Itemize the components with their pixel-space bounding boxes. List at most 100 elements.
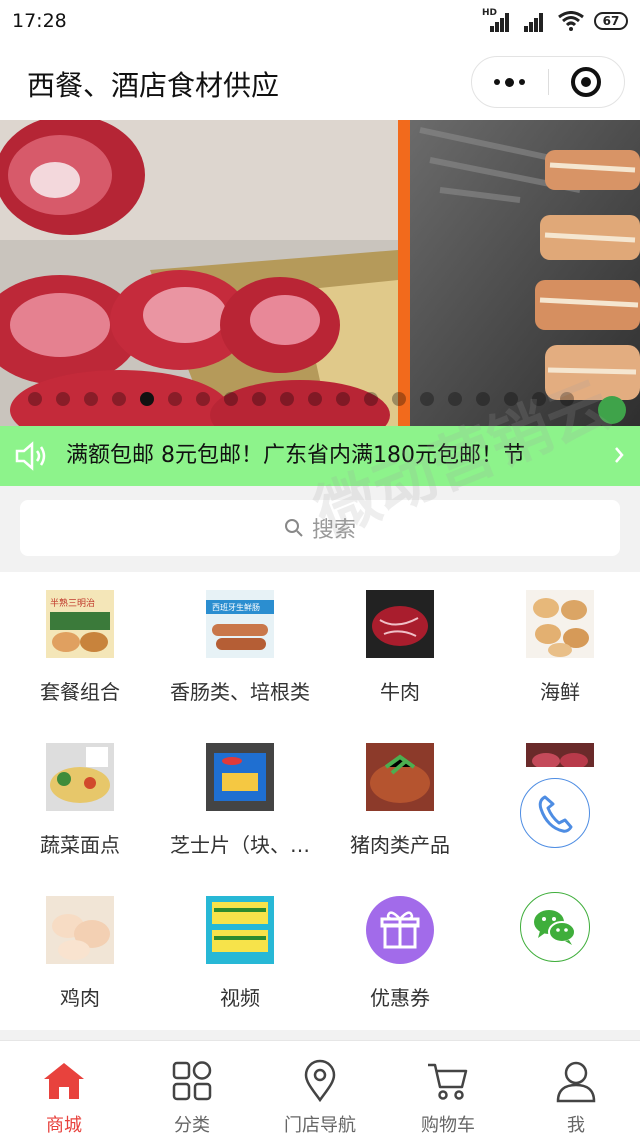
more-dot-icon — [505, 77, 515, 87]
tab-label: 门店导航 — [284, 1115, 356, 1136]
category-label: 优惠券 — [370, 986, 430, 1010]
carousel-dot[interactable] — [168, 392, 182, 406]
battery-icon: 67 — [594, 12, 628, 30]
tab-label: 商城 — [46, 1115, 82, 1136]
more-dot-icon — [494, 79, 501, 85]
carousel-dot[interactable] — [420, 392, 434, 406]
tab-mall[interactable]: 商城 — [0, 1041, 128, 1138]
tab-label: 分类 — [174, 1115, 210, 1136]
category-label: 芝士片（块、… — [170, 833, 310, 857]
category-vegetables[interactable]: 蔬菜面点 — [0, 725, 160, 875]
carousel-dot[interactable] — [112, 392, 126, 406]
carousel-dot[interactable] — [448, 392, 462, 406]
category-combo[interactable]: 半熟三明治 套餐组合 — [0, 572, 160, 722]
phone-button[interactable] — [520, 778, 590, 848]
tab-category[interactable]: 分类 — [128, 1041, 256, 1138]
tab-cart[interactable]: 购物车 — [384, 1041, 512, 1138]
signal-icon — [520, 10, 548, 32]
network-badge: HD — [482, 8, 498, 18]
category-label: 香肠类、培根类 — [170, 680, 310, 704]
search-input[interactable]: 搜索 — [20, 500, 620, 556]
carousel-dot[interactable] — [504, 392, 518, 406]
search-icon — [284, 519, 303, 537]
category-seafood[interactable]: 海鲜 — [480, 572, 640, 722]
carousel-indicators — [28, 392, 574, 406]
category-label: 牛肉 — [380, 680, 420, 704]
carousel-dot[interactable] — [56, 392, 70, 406]
more-button[interactable] — [472, 57, 548, 107]
carousel-dot[interactable] — [28, 392, 42, 406]
category-coupon[interactable]: 优惠券 — [320, 878, 480, 1028]
carousel-dot[interactable] — [364, 392, 378, 406]
category-label: 海鲜 — [540, 680, 580, 704]
category-sausage[interactable]: 西班牙生鲜肠 香肠类、培根类 — [160, 572, 320, 722]
beef-thumbnail — [366, 590, 434, 658]
pork-thumbnail — [366, 743, 434, 811]
status-icons: HD 67 — [482, 8, 628, 32]
tab-label: 我 — [567, 1115, 585, 1136]
carousel-dot[interactable] — [560, 392, 574, 406]
wechat-button[interactable] — [520, 892, 590, 962]
location-pin-icon — [304, 1059, 336, 1103]
carousel-dot[interactable] — [140, 392, 154, 406]
page-title: 西餐、酒店食材供应 — [27, 69, 280, 102]
combo-thumbnail: 半熟三明治 — [46, 590, 114, 658]
category-video[interactable]: 视频 — [160, 878, 320, 1028]
home-icon — [44, 1063, 84, 1099]
carousel-dot[interactable] — [84, 392, 98, 406]
wechat-icon — [534, 910, 576, 945]
category-cheese[interactable]: 芝士片（块、… — [160, 725, 320, 875]
notice-bar[interactable]: 满额包邮 8元包邮！广东省内满180元包邮！节 — [0, 426, 640, 486]
tab-bar: 商城 分类 门店导航 购物车 我 — [0, 1040, 640, 1138]
mini-program-capsule — [471, 56, 625, 108]
carousel-dot[interactable] — [196, 392, 210, 406]
more-dot-icon — [519, 79, 526, 85]
carousel-dot[interactable] — [392, 392, 406, 406]
cheese-thumbnail — [206, 743, 274, 811]
coupon-thumbnail — [366, 896, 434, 964]
tab-me[interactable]: 我 — [512, 1041, 640, 1138]
carousel-dot[interactable] — [476, 392, 490, 406]
meat-thumbnail — [526, 743, 594, 767]
category-pork[interactable]: 猪肉类产品 — [320, 725, 480, 875]
carousel-dot[interactable] — [532, 392, 546, 406]
chicken-thumbnail — [46, 896, 114, 964]
speaker-icon — [15, 441, 46, 471]
category-label: 鸡肉 — [60, 986, 100, 1010]
category-grid-icon — [172, 1061, 212, 1101]
notice-text: 满额包邮 8元包邮！广东省内满180元包邮！节 — [66, 443, 525, 468]
battery-level: 67 — [594, 12, 628, 30]
user-icon — [556, 1061, 596, 1103]
phone-icon — [538, 795, 573, 833]
carousel-dot[interactable] — [280, 392, 294, 406]
close-button[interactable] — [549, 57, 625, 107]
carousel-dot[interactable] — [252, 392, 266, 406]
combo-thumb-text: 半熟三明治 — [50, 597, 95, 609]
chevron-right-icon — [615, 447, 624, 463]
sausage-thumbnail: 西班牙生鲜肠 — [206, 590, 274, 658]
banner-image — [0, 120, 640, 426]
status-time: 17:28 — [12, 10, 67, 32]
video-thumbnail — [206, 896, 274, 964]
category-label: 蔬菜面点 — [40, 833, 120, 857]
wifi-icon — [558, 11, 584, 31]
search-section: 搜索 — [0, 486, 640, 572]
status-bar: 17:28 HD 67 — [0, 0, 640, 44]
carousel-dot[interactable] — [308, 392, 322, 406]
banner-carousel[interactable] — [0, 120, 640, 426]
gift-icon — [366, 896, 434, 964]
close-target-icon — [571, 67, 602, 97]
category-beef[interactable]: 牛肉 — [320, 572, 480, 722]
category-label: 猪肉类产品 — [350, 833, 450, 857]
cart-icon — [428, 1063, 468, 1100]
category-label: 视频 — [220, 986, 260, 1010]
sausage-thumb-text: 西班牙生鲜肠 — [212, 602, 260, 612]
carousel-dot[interactable] — [336, 392, 350, 406]
vegetables-thumbnail — [46, 743, 114, 811]
seafood-thumbnail — [526, 590, 594, 658]
category-chicken[interactable]: 鸡肉 — [0, 878, 160, 1028]
tab-store-nav[interactable]: 门店导航 — [256, 1041, 384, 1138]
tab-label: 购物车 — [421, 1115, 475, 1136]
search-placeholder: 搜索 — [311, 518, 356, 543]
carousel-dot[interactable] — [224, 392, 238, 406]
